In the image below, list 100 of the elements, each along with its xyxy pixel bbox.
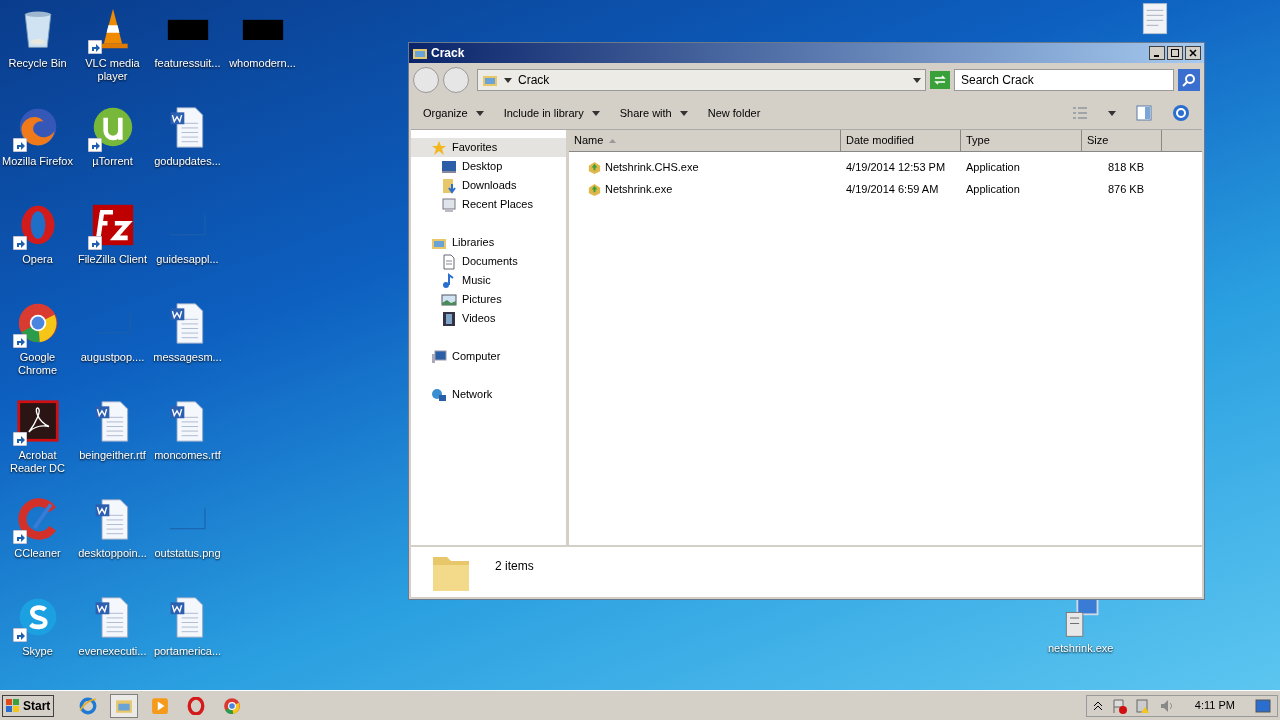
search-field[interactable]: Search Crack xyxy=(954,69,1174,91)
file-row[interactable]: Netshrink.CHS.exe 4/19/2014 12:53 PM Application 818 KB xyxy=(569,156,1202,178)
refresh-button[interactable] xyxy=(930,71,950,89)
package-icon xyxy=(587,181,602,197)
picture-icon xyxy=(441,291,457,308)
sort-arrow-icon xyxy=(609,138,617,143)
shortcut-arrow-icon xyxy=(12,236,27,250)
column-header[interactable]: Name xyxy=(569,130,841,151)
icon-label: messagesm... xyxy=(153,351,222,364)
icon-label: guidesappl... xyxy=(156,253,219,266)
caret-icon xyxy=(591,110,600,116)
icon-label: portamerica... xyxy=(153,645,222,658)
show-desktop-icon[interactable] xyxy=(1255,698,1271,713)
table-cell-text: 818 KB xyxy=(1107,159,1144,175)
toolbar-button[interactable]: Include in library xyxy=(503,104,600,122)
maximize-button[interactable] xyxy=(1167,46,1183,60)
icon-label: Opera xyxy=(22,253,53,266)
address-bar[interactable]: Crack xyxy=(477,69,926,91)
shortcut-arrow-icon xyxy=(87,236,102,250)
monitor-icon xyxy=(441,158,457,175)
recent-places-icon xyxy=(441,196,457,213)
sidebar-item[interactable]: Downloads xyxy=(411,176,566,195)
caret-icon xyxy=(504,77,512,83)
icon-label: outstatus.png xyxy=(154,547,221,560)
shortcut-arrow-icon xyxy=(87,40,102,54)
caret-icon xyxy=(1108,110,1116,116)
pdf-reader-icon xyxy=(15,399,60,443)
icon-label: CCleaner xyxy=(14,547,61,560)
shortcut-arrow-icon xyxy=(12,138,27,152)
maximize-icon xyxy=(1171,49,1179,57)
toolbar-button[interactable]: Share with xyxy=(619,104,688,122)
table-cell-text: Netshrink.CHS.exe xyxy=(605,159,699,175)
shortcut-arrow-icon xyxy=(12,530,27,544)
file-row[interactable]: Netshrink.exe 4/19/2014 6:59 AM Application 876 KB xyxy=(569,178,1202,200)
icon-label: godupdates... xyxy=(154,155,221,168)
icon-label: FileZilla Client xyxy=(77,253,148,266)
media-player-icon xyxy=(151,696,170,715)
minimize-button[interactable] xyxy=(1149,46,1165,60)
table-cell-text: 4/19/2014 6:59 AM xyxy=(846,181,939,197)
close-button[interactable] xyxy=(1185,46,1201,60)
column-header[interactable]: Date modified xyxy=(841,130,961,151)
sidebar-item[interactable]: Recent Places xyxy=(411,195,566,214)
windows-logo-icon xyxy=(6,698,20,713)
taskbar-button[interactable] xyxy=(110,693,139,718)
icon-label: whomodern... xyxy=(229,57,296,70)
computer-icon xyxy=(431,348,447,365)
search-icon xyxy=(1182,73,1196,87)
preview-pane-icon[interactable] xyxy=(1136,105,1152,121)
sidebar-item[interactable]: Documents xyxy=(411,252,566,271)
sidebar-item[interactable]: Videos xyxy=(411,309,566,328)
shortcut-arrow-icon xyxy=(87,138,102,152)
table-cell-text: Application xyxy=(966,159,1020,175)
start-button[interactable]: Start xyxy=(2,694,55,717)
package-icon xyxy=(587,159,602,175)
icon-label: Mozilla Firefox xyxy=(2,155,73,168)
icon-label: netshrink.exe xyxy=(1048,641,1114,656)
table-cell-text: 876 KB xyxy=(1107,181,1144,197)
sidebar-item[interactable]: Computer xyxy=(411,347,566,366)
ie-logo-icon xyxy=(79,696,98,715)
show-hidden-icon[interactable] xyxy=(1092,700,1103,711)
help-icon[interactable] xyxy=(1172,104,1190,122)
download-folder-icon xyxy=(441,177,457,194)
toolbar-button[interactable]: New folder xyxy=(707,104,761,122)
caret-icon xyxy=(913,77,921,83)
table-cell-text: Application xyxy=(966,181,1020,197)
fz-logo-icon xyxy=(90,203,135,247)
window-title: Crack xyxy=(431,45,466,62)
caret-icon xyxy=(475,110,484,116)
network-globe-icon xyxy=(431,386,447,403)
document-icon xyxy=(441,253,457,270)
icon-label: featuressuit... xyxy=(154,57,221,70)
icon-label: Recycle Bin xyxy=(8,57,67,70)
sidebar-item[interactable]: Favorites xyxy=(411,138,566,157)
icon-label: Skype xyxy=(22,645,53,658)
shortcut-arrow-icon xyxy=(12,432,27,446)
icon-label: desktoppoin... xyxy=(78,547,147,560)
icon-label: evenexecuti... xyxy=(78,645,147,658)
sidebar-item[interactable]: Pictures xyxy=(411,290,566,309)
caret-icon xyxy=(679,110,688,116)
icon-label: µTorrent xyxy=(92,155,133,168)
sidebar-item[interactable]: Network xyxy=(411,385,566,404)
icon-label: Google Chrome xyxy=(16,351,59,377)
toolbar-button[interactable]: Organize xyxy=(423,104,484,122)
film-strip-icon xyxy=(441,310,457,327)
sidebar-item[interactable]: Libraries xyxy=(411,233,566,252)
icon-label: VLC media player xyxy=(84,57,141,83)
sidebar-item[interactable]: Desktop xyxy=(411,157,566,176)
item-count: 2 items xyxy=(495,558,534,575)
shortcut-arrow-icon xyxy=(12,334,27,348)
action-center-flag-icon[interactable] xyxy=(1110,697,1127,714)
column-header[interactable]: Type xyxy=(961,130,1082,151)
table-cell-text: Netshrink.exe xyxy=(605,181,673,197)
icon-label: beingeither.rtf xyxy=(79,449,146,462)
search-button[interactable] xyxy=(1178,69,1200,91)
column-header[interactable]: Size xyxy=(1082,130,1162,151)
ring-logo-icon xyxy=(187,696,206,715)
sidebar-item[interactable]: Music xyxy=(411,271,566,290)
clock[interactable]: 4:11 PM xyxy=(1194,697,1235,714)
star-icon xyxy=(431,139,447,156)
table-cell-text: 4/19/2014 12:53 PM xyxy=(846,159,946,175)
